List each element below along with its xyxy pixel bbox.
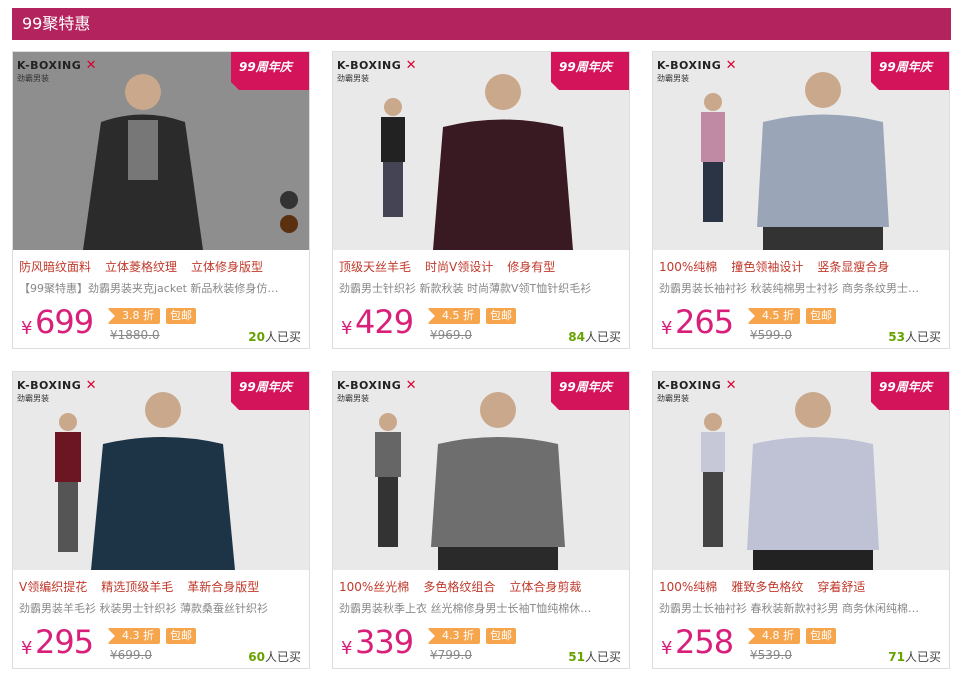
product-card[interactable]: K-BOXING ✕ 劲霸男装 99周年庆 100%纯棉 雅致多色格纹 穿着舒适 劲…: [652, 371, 950, 669]
anniversary-badge: 99周年庆: [551, 52, 629, 90]
discount-badge: 4.5 折: [747, 308, 800, 324]
discount-badge: 4.5 折: [427, 308, 480, 324]
discount-badge: 4.8 折: [747, 628, 800, 644]
anniversary-badge: 99周年庆: [871, 372, 949, 410]
brand-subtitle: 劲霸男装: [337, 74, 369, 83]
product-title-link[interactable]: 劲霸男装羊毛衫 秋装男士针织衫 薄款桑蚕丝针织衫: [19, 600, 303, 616]
sold-count: 51人已买: [568, 650, 621, 664]
product-title-link[interactable]: 劲霸男装秋季上衣 丝光棉修身男士长袖T恤纯棉休…: [339, 600, 623, 616]
product-card[interactable]: K-BOXING ✕ 劲霸男装 99周年庆 顶级天丝羊毛 时尚V领设计 修身有型 劲…: [332, 51, 630, 349]
original-price: ¥799.0: [430, 648, 472, 662]
sold-count: 53人已买: [888, 330, 941, 344]
anniversary-badge: 99周年庆: [231, 372, 309, 410]
product-image[interactable]: K-BOXING ✕ 劲霸男装 99周年庆: [333, 52, 629, 250]
brand-subtitle: 劲霸男装: [17, 394, 49, 403]
sale-price: 295: [35, 623, 94, 661]
brand-logo: K-BOXING ✕: [17, 378, 98, 393]
product-features: V领编织提花 精选顶级羊毛 革新合身版型: [19, 580, 260, 594]
sale-price: 429: [355, 303, 414, 341]
brand-subtitle: 劲霸男装: [17, 74, 49, 83]
product-card[interactable]: K-BOXING ✕ 劲霸男装 99周年庆 V领编织提花 精选顶级羊毛 革新合身版型…: [12, 371, 310, 669]
brand-logo: K-BOXING ✕: [337, 378, 418, 393]
product-title-link[interactable]: 【99聚特惠】劲霸男装夹克jacket 新品秋装修身仿…: [19, 280, 303, 296]
sale-price: 258: [675, 623, 734, 661]
sale-price: 265: [675, 303, 734, 341]
brand-subtitle: 劲霸男装: [657, 394, 689, 403]
brand-subtitle: 劲霸男装: [337, 394, 369, 403]
product-card[interactable]: K-BOXING ✕ 劲霸男装 99周年庆 100%纯棉 撞色领袖设计 竖条显瘦合身…: [652, 51, 950, 349]
free-shipping-badge: 包邮: [166, 628, 196, 644]
brand-logo: K-BOXING ✕: [337, 58, 418, 73]
original-price: ¥699.0: [110, 648, 152, 662]
free-shipping-badge: 包邮: [486, 308, 516, 324]
currency-symbol: ¥: [21, 638, 33, 659]
sold-count: 71人已买: [888, 650, 941, 664]
currency-symbol: ¥: [341, 318, 353, 339]
original-price: ¥969.0: [430, 328, 472, 342]
discount-badge: 3.8 折: [107, 308, 160, 324]
product-image[interactable]: K-BOXING ✕ 劲霸男装 99周年庆: [653, 372, 949, 570]
currency-symbol: ¥: [661, 638, 673, 659]
product-card[interactable]: K-BOXING ✕ 劲霸男装 99周年庆 防风暗纹面料 立体菱格纹理 立体修身版型…: [12, 51, 310, 349]
free-shipping-badge: 包邮: [806, 628, 836, 644]
product-image[interactable]: K-BOXING ✕ 劲霸男装 99周年庆: [13, 372, 309, 570]
anniversary-badge: 99周年庆: [231, 52, 309, 90]
product-features: 100%纯棉 雅致多色格纹 穿着舒适: [659, 580, 866, 594]
original-price: ¥1880.0: [110, 328, 160, 342]
product-features: 100%纯棉 撞色领袖设计 竖条显瘦合身: [659, 260, 890, 274]
discount-badge: 4.3 折: [107, 628, 160, 644]
free-shipping-badge: 包邮: [486, 628, 516, 644]
sold-count: 84人已买: [568, 330, 621, 344]
section-header: 99聚特惠: [12, 8, 951, 40]
product-title-link[interactable]: 劲霸男士针织衫 新款秋装 时尚薄款V领T恤针织毛衫: [339, 280, 623, 296]
product-image[interactable]: K-BOXING ✕ 劲霸男装 99周年庆: [13, 52, 309, 250]
product-title-link[interactable]: 劲霸男装长袖衬衫 秋装纯棉男士衬衫 商务条纹男士…: [659, 280, 943, 296]
brand-subtitle: 劲霸男装: [657, 74, 689, 83]
product-image[interactable]: K-BOXING ✕ 劲霸男装 99周年庆: [333, 372, 629, 570]
sold-count: 20人已买: [248, 330, 301, 344]
brand-logo: K-BOXING ✕: [17, 58, 98, 73]
sale-price: 699: [35, 303, 94, 341]
product-features: 防风暗纹面料 立体菱格纹理 立体修身版型: [19, 260, 264, 274]
discount-badge: 4.3 折: [427, 628, 480, 644]
brand-logo: K-BOXING ✕: [657, 378, 738, 393]
sale-price: 339: [355, 623, 414, 661]
product-image[interactable]: K-BOXING ✕ 劲霸男装 99周年庆: [653, 52, 949, 250]
currency-symbol: ¥: [21, 318, 33, 339]
anniversary-badge: 99周年庆: [871, 52, 949, 90]
currency-symbol: ¥: [341, 638, 353, 659]
sold-count: 60人已买: [248, 650, 301, 664]
original-price: ¥599.0: [750, 328, 792, 342]
free-shipping-badge: 包邮: [806, 308, 836, 324]
currency-symbol: ¥: [661, 318, 673, 339]
brand-logo: K-BOXING ✕: [657, 58, 738, 73]
product-title-link[interactable]: 劲霸男士长袖衬衫 春秋装新款衬衫男 商务休闲纯棉…: [659, 600, 943, 616]
anniversary-badge: 99周年庆: [551, 372, 629, 410]
original-price: ¥539.0: [750, 648, 792, 662]
free-shipping-badge: 包邮: [166, 308, 196, 324]
product-features: 顶级天丝羊毛 时尚V领设计 修身有型: [339, 260, 556, 274]
product-features: 100%丝光棉 多色格纹组合 立体合身剪裁: [339, 580, 582, 594]
product-card[interactable]: K-BOXING ✕ 劲霸男装 99周年庆 100%丝光棉 多色格纹组合 立体合身剪…: [332, 371, 630, 669]
section-title: 99聚特惠: [22, 14, 91, 33]
